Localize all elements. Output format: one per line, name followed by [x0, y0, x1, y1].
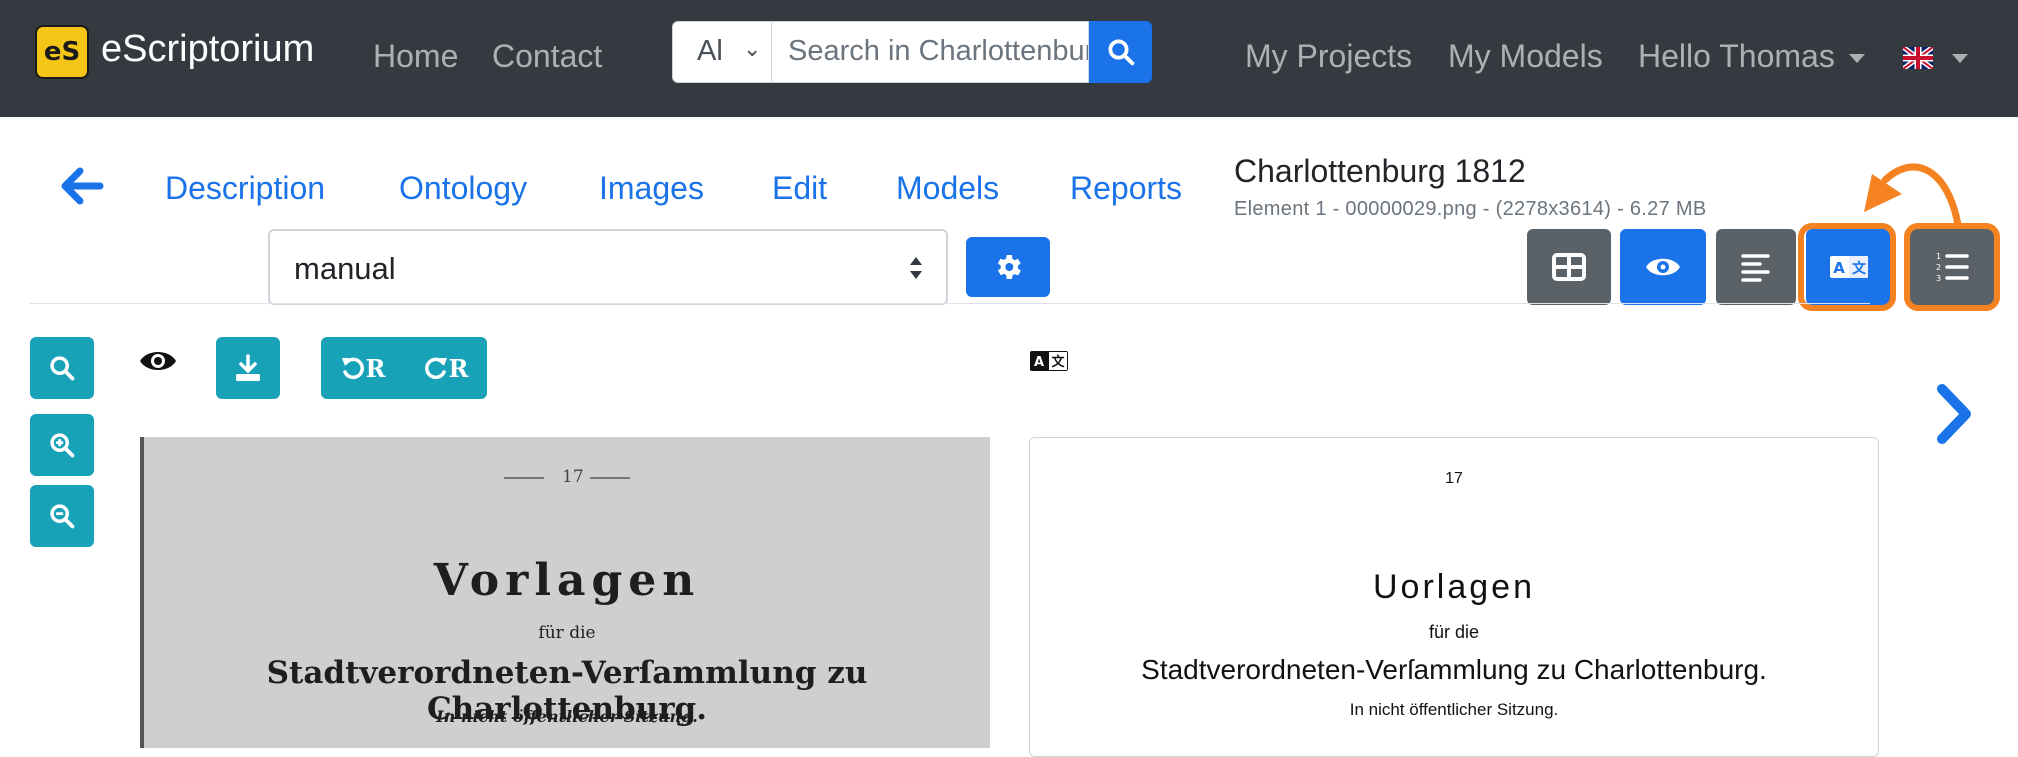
svg-text:A: A: [1034, 355, 1044, 370]
transcription-settings-button[interactable]: [966, 237, 1050, 297]
table-icon: [1552, 253, 1586, 281]
escriptorium-logo[interactable]: eS: [35, 25, 89, 79]
toggle-diplomatic-button[interactable]: [1716, 229, 1796, 305]
document-meta: Element 1 - 00000029.png - (2278x3614) -…: [1234, 198, 1707, 220]
scan-note: In nicht öffentlicher Sitzung.: [436, 707, 698, 726]
arrow-left-icon: [61, 167, 104, 205]
svg-text:文: 文: [1051, 354, 1065, 370]
highlight-line-numbers-button: [1904, 223, 2000, 311]
rotate-button-group: R R: [321, 337, 487, 399]
zoom-out-icon: [50, 504, 75, 529]
document-title: Charlottenburg 1812: [1234, 153, 1526, 189]
rotate-left-icon: [341, 357, 364, 380]
nav-contact-link[interactable]: Contact: [492, 38, 602, 75]
top-navbar: eS eScriptorium Home Contact Al ⌄ Search…: [0, 0, 2018, 117]
toolbar-divider: [30, 303, 1870, 304]
download-icon: [236, 354, 260, 381]
search-icon: [50, 356, 75, 381]
toggle-segmentation-button[interactable]: [1527, 229, 1611, 305]
search-tool-button[interactable]: [30, 337, 94, 399]
annotation-arrow-icon: [1864, 163, 1962, 229]
rotate-right-label: R: [448, 353, 469, 383]
nav-my-projects-link[interactable]: My Projects: [1245, 38, 1412, 75]
scan-page-number: 17: [562, 467, 584, 487]
language-dropdown[interactable]: [1901, 44, 1935, 72]
search-icon: [1108, 39, 1134, 66]
search-scope-value: Al: [697, 35, 723, 67]
page-number-rule-right: [590, 477, 630, 479]
zoom-out-button[interactable]: [30, 485, 94, 547]
nav-home-link[interactable]: Home: [373, 38, 458, 75]
scan-subheading: für die: [538, 623, 596, 643]
search-group: Al ⌄ Search in Charlottenburg: [672, 21, 1180, 83]
search-input[interactable]: Search in Charlottenburg: [772, 21, 1089, 83]
back-button[interactable]: [58, 166, 104, 206]
rotate-right-button[interactable]: R: [423, 353, 469, 383]
tab-ontology[interactable]: Ontology: [399, 170, 527, 207]
user-menu-label: Hello Thomas: [1638, 38, 1835, 74]
search-scope-select[interactable]: Al ⌄: [672, 21, 772, 83]
brand-name[interactable]: eScriptorium: [101, 28, 314, 71]
toggle-visualisation-button[interactable]: [1620, 229, 1706, 305]
nav-my-models-link[interactable]: My Models: [1448, 38, 1603, 75]
translate-icon: A文: [1030, 351, 1068, 371]
zoom-in-button[interactable]: [30, 414, 94, 476]
tab-models[interactable]: Models: [896, 170, 999, 207]
zoom-in-icon: [50, 433, 75, 458]
transcription-page-number[interactable]: 17: [1030, 470, 1878, 488]
rotate-left-label: R: [365, 353, 386, 383]
user-menu-dropdown[interactable]: Hello Thomas: [1638, 38, 1865, 75]
rotate-left-button[interactable]: R: [340, 353, 386, 383]
eye-icon: [140, 352, 176, 370]
gear-icon: [997, 255, 1021, 279]
highlight-translation-button: [1798, 223, 1896, 311]
transcription-note[interactable]: In nicht öffentlicher Sitzung.: [1030, 700, 1878, 720]
tab-images[interactable]: Images: [599, 170, 704, 207]
select-arrows-icon: [910, 257, 922, 279]
transcription-panel[interactable]: 17 Uorlagen für die Stadtverordneten-Ver…: [1029, 437, 1879, 757]
search-button[interactable]: [1089, 21, 1152, 83]
translation-mode-indicator[interactable]: A文: [1029, 350, 1069, 372]
transcription-select-value: manual: [294, 251, 396, 286]
transcription-select[interactable]: manual: [268, 229, 948, 305]
eye-icon: [1646, 258, 1680, 276]
caret-down-icon: [1848, 54, 1865, 64]
transcription-subheading[interactable]: für die: [1030, 622, 1878, 643]
chevron-down-icon: ⌄: [743, 36, 762, 61]
tab-edit[interactable]: Edit: [772, 170, 827, 207]
page-image-panel[interactable]: 17 Vorlagen für die Stadtverordneten-Ver…: [140, 437, 990, 748]
scan-heading: Vorlagen: [433, 555, 701, 606]
download-button[interactable]: [216, 337, 280, 399]
tab-reports[interactable]: Reports: [1070, 170, 1182, 207]
page-number-rule-left: [504, 477, 544, 479]
transcription-heading[interactable]: Uorlagen: [1030, 568, 1878, 607]
chevron-right-icon: [1937, 384, 1971, 444]
toggle-image-visibility-button[interactable]: [138, 346, 178, 376]
tab-description[interactable]: Description: [165, 170, 325, 207]
uk-flag-icon: [1901, 44, 1935, 72]
align-left-icon: [1741, 254, 1770, 282]
rotate-right-icon: [424, 357, 447, 380]
next-page-button[interactable]: [1932, 383, 1976, 445]
caret-down-icon: [1952, 54, 1968, 63]
transcription-title[interactable]: Stadtverordneten-Verſammlung zu Charlott…: [1030, 654, 1878, 686]
